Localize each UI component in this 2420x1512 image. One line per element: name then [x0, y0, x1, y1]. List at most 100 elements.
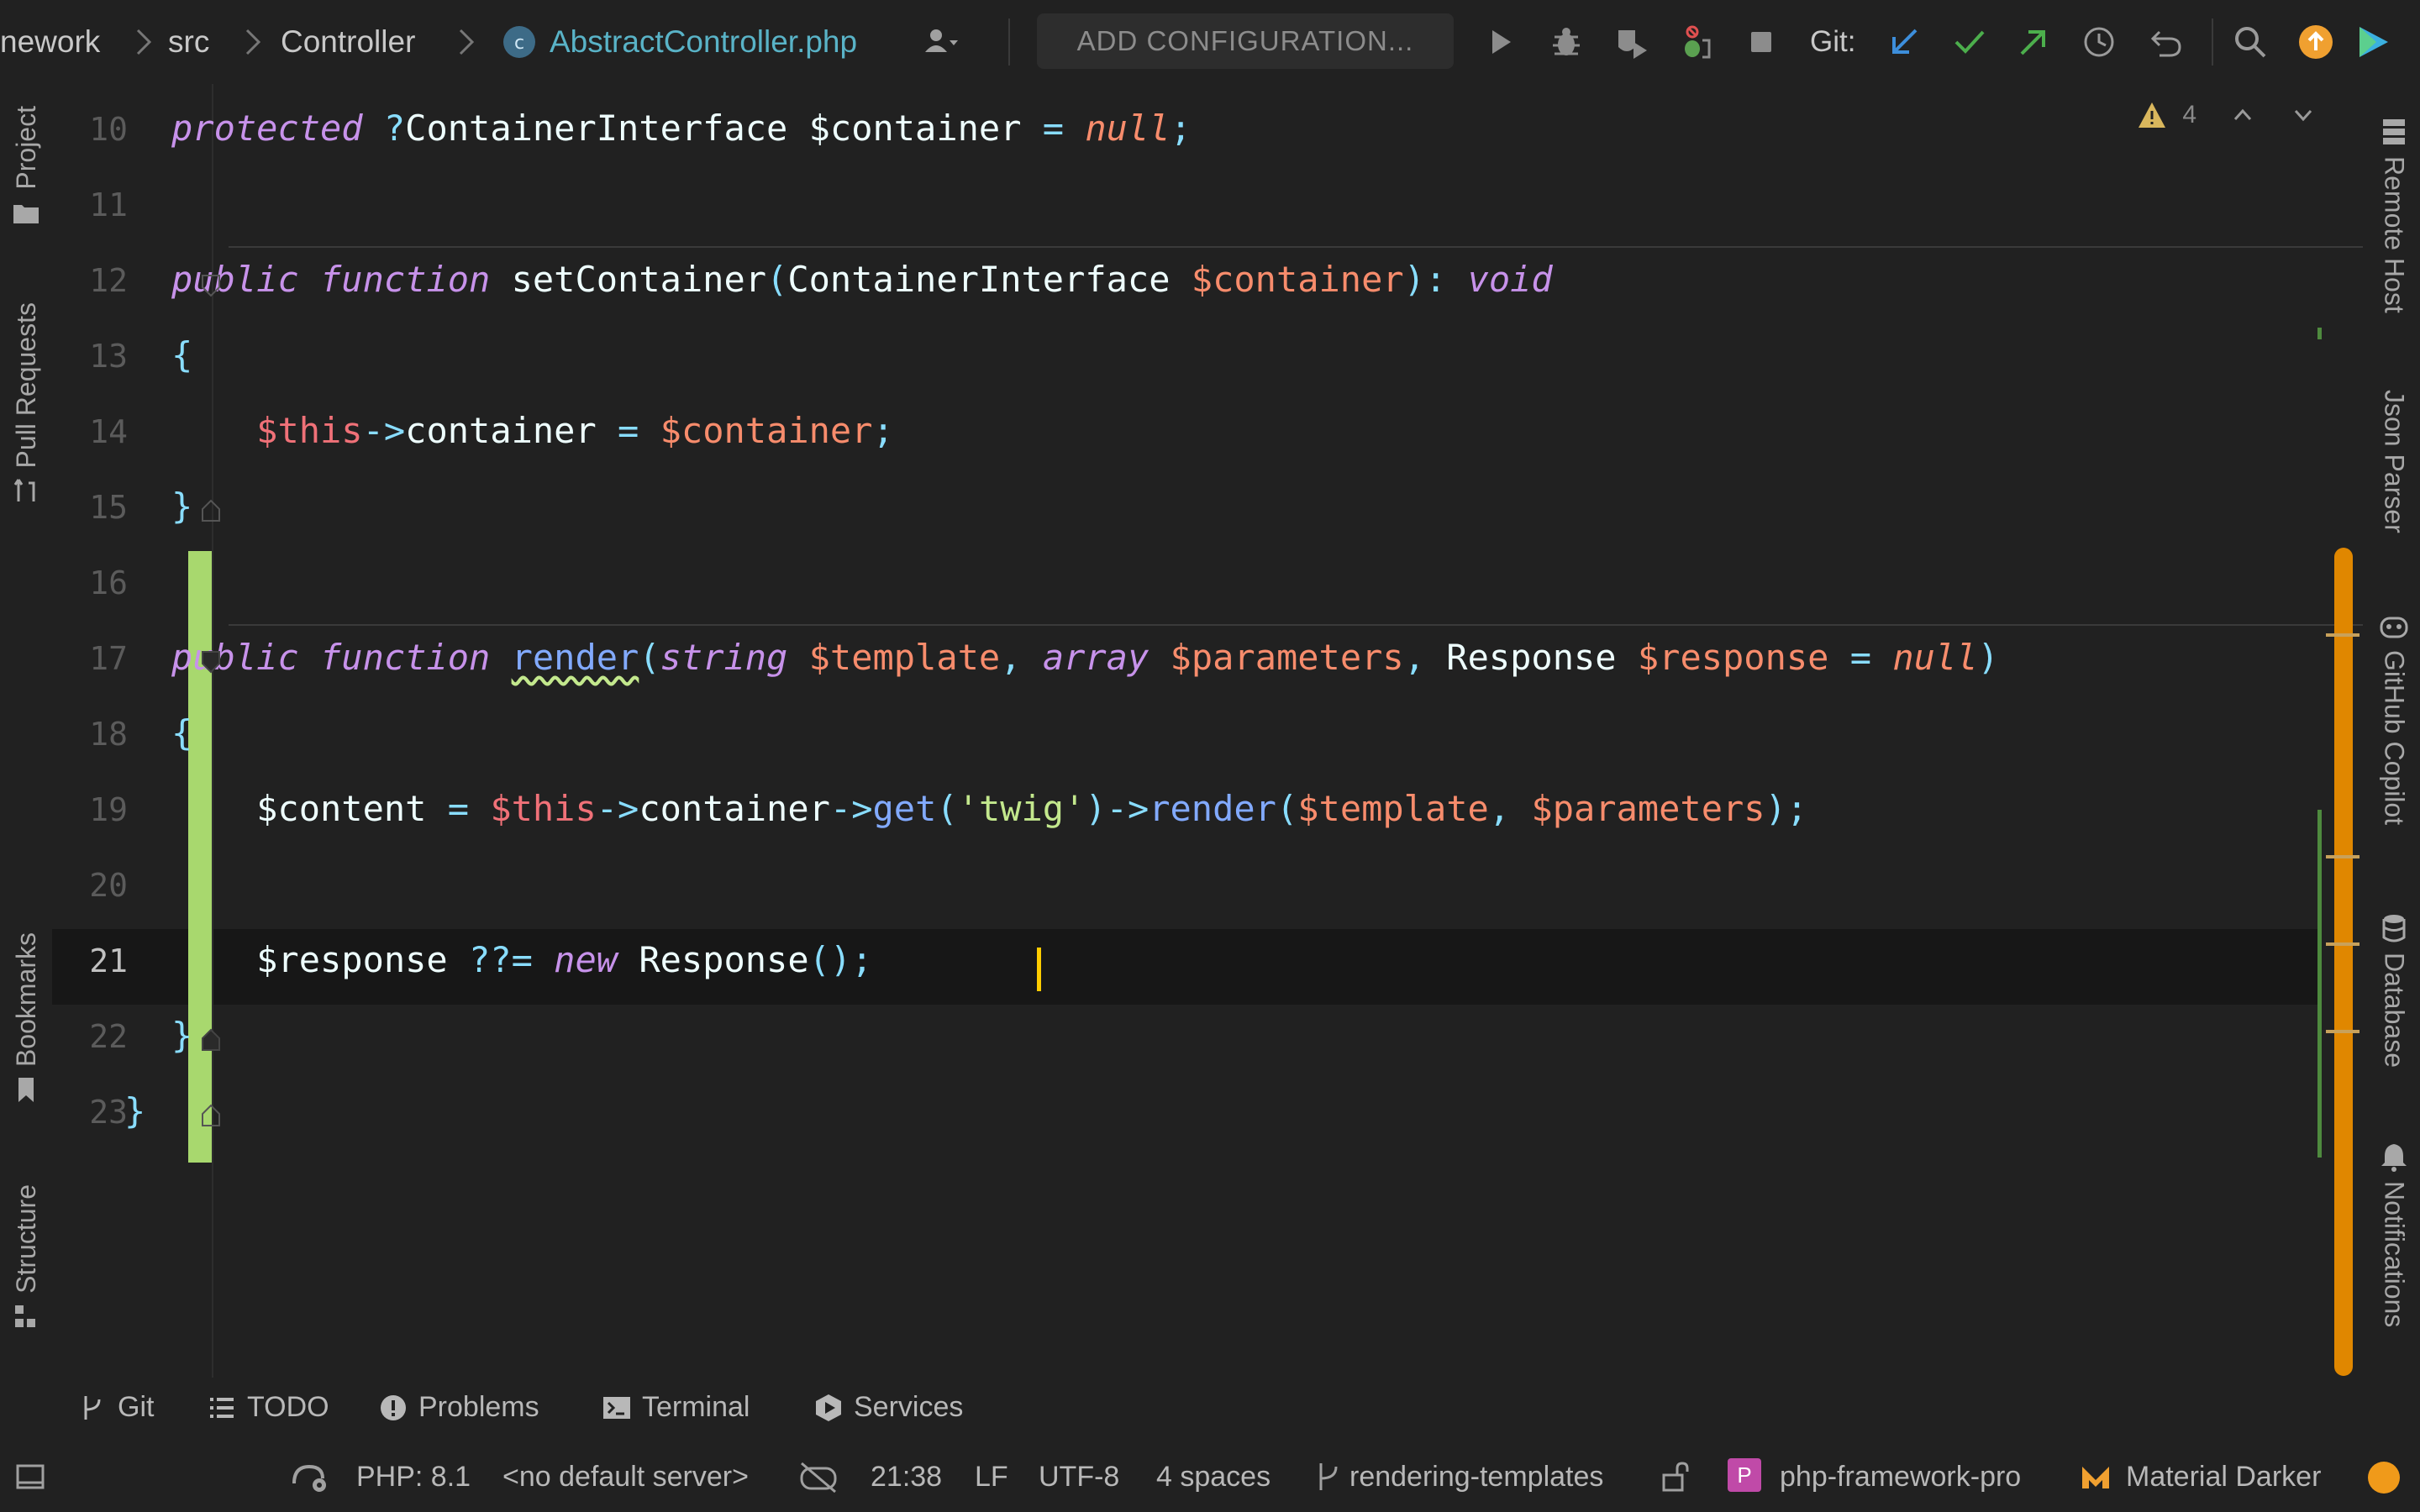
- line-number[interactable]: 15: [52, 489, 128, 526]
- rollback-icon[interactable]: [2143, 18, 2190, 66]
- scroll-marker[interactable]: [2326, 1030, 2360, 1033]
- php-interpreter-icon[interactable]: [289, 1460, 331, 1494]
- line-number[interactable]: 16: [52, 564, 128, 601]
- history-icon[interactable]: [2075, 18, 2123, 66]
- line-number[interactable]: 13: [52, 338, 128, 375]
- breadcrumb-src[interactable]: src: [168, 20, 209, 64]
- breadcrumb-controller[interactable]: Controller: [281, 20, 415, 64]
- project-badge-letter: P: [1737, 1462, 1752, 1488]
- coverage-icon[interactable]: [1608, 18, 1655, 66]
- notification-status-icon[interactable]: [2366, 1460, 2402, 1495]
- code-line[interactable]: public function setContainer(ContainerIn…: [171, 259, 1553, 300]
- fold-close-icon[interactable]: [201, 499, 221, 522]
- code-token: setContainer: [490, 259, 767, 300]
- tool-tab-todo[interactable]: TODO: [207, 1391, 329, 1424]
- code-line[interactable]: protected ?ContainerInterface $container…: [171, 108, 1192, 149]
- toggle-tool-windows-icon[interactable]: [13, 1460, 47, 1494]
- scroll-marker[interactable]: [2326, 855, 2360, 858]
- tool-tab-git[interactable]: Git: [77, 1391, 154, 1424]
- code-token: ->: [362, 410, 406, 451]
- breadcrumb-project[interactable]: nework: [0, 20, 100, 64]
- theme-name[interactable]: Material Darker: [2126, 1457, 2321, 1497]
- profiler-icon[interactable]: [1672, 18, 1719, 66]
- scroll-marker[interactable]: [2326, 633, 2360, 637]
- search-icon[interactable]: [2227, 18, 2274, 66]
- code-editor[interactable]: 10 11 12 13 14 15 16 17 18 19 20 21 22 23 protected ?…: [52, 84, 2368, 1378]
- debug-icon[interactable]: [1543, 18, 1590, 66]
- no-copilot-icon[interactable]: [797, 1460, 840, 1494]
- add-configuration-button[interactable]: ADD CONFIGURATION...: [1037, 13, 1454, 69]
- tool-tab-notifications[interactable]: Notifications: [2368, 1141, 2420, 1327]
- line-number[interactable]: 18: [52, 716, 128, 753]
- code-line[interactable]: }: [171, 1015, 192, 1056]
- change-marker[interactable]: [2317, 810, 2322, 1158]
- ide-logo-icon[interactable]: [2349, 18, 2396, 66]
- code-line[interactable]: {: [171, 334, 192, 375]
- line-number[interactable]: 17: [52, 640, 128, 677]
- scrollbar-thumb[interactable]: [2334, 548, 2353, 1376]
- fold-open-icon[interactable]: [201, 650, 221, 674]
- indent-setting[interactable]: 4 spaces: [1156, 1457, 1270, 1497]
- line-number[interactable]: 23: [52, 1094, 128, 1131]
- deployment-server[interactable]: <no default server>: [502, 1457, 749, 1497]
- fold-close-icon[interactable]: [201, 1028, 221, 1052]
- tool-tab-terminal[interactable]: Terminal: [602, 1391, 750, 1424]
- line-number[interactable]: 14: [52, 413, 128, 450]
- breadcrumb-file[interactable]: AbstractController.php: [550, 20, 857, 64]
- tool-tab-label: Terminal: [642, 1391, 750, 1423]
- line-number[interactable]: 21: [52, 942, 128, 979]
- code-line[interactable]: $this->container = $container;: [171, 410, 894, 451]
- stop-icon[interactable]: [1738, 18, 1785, 66]
- tool-tab-remote-host[interactable]: Remote Host: [2368, 116, 2420, 313]
- main-toolbar: nework src Controller c AbstractControll…: [0, 0, 2420, 84]
- git-push-icon[interactable]: [2010, 18, 2057, 66]
- code-token: container: [405, 410, 597, 451]
- tool-tab-project[interactable]: Project: [0, 106, 52, 227]
- warning-icon: [2139, 102, 2166, 128]
- chevron-down-icon[interactable]: [2289, 101, 2317, 129]
- tool-tab-label: Git: [118, 1391, 155, 1423]
- tool-tab-services[interactable]: Services: [813, 1391, 963, 1424]
- line-number[interactable]: 19: [52, 791, 128, 828]
- code-token: $container: [660, 410, 873, 451]
- git-branch[interactable]: rendering-templates: [1349, 1457, 1603, 1497]
- tool-tab-bookmarks[interactable]: Bookmarks: [0, 932, 52, 1104]
- chevron-up-icon[interactable]: [2228, 101, 2257, 129]
- git-commit-icon[interactable]: [1946, 18, 1993, 66]
- tool-tab-pull-requests[interactable]: Pull Requests: [0, 302, 52, 505]
- fold-close-icon[interactable]: [201, 1104, 221, 1127]
- bookmark-icon: [18, 1078, 34, 1103]
- inspection-widget[interactable]: 4: [2137, 101, 2317, 129]
- git-update-icon[interactable]: [1881, 18, 1928, 66]
- line-number[interactable]: 20: [52, 867, 128, 904]
- caret-position[interactable]: 21:38: [871, 1457, 942, 1497]
- file-encoding[interactable]: UTF-8: [1039, 1457, 1119, 1497]
- code-line[interactable]: {: [171, 712, 192, 753]
- code-line[interactable]: }: [124, 1090, 145, 1131]
- code-line[interactable]: public function render(string $template,…: [171, 637, 1999, 678]
- tool-tab-json-parser[interactable]: Json Parser: [2368, 390, 2420, 533]
- user-dropdown-icon[interactable]: [918, 18, 965, 66]
- toolbar-divider: [2212, 18, 2213, 66]
- unlock-icon[interactable]: [1659, 1460, 1692, 1494]
- tool-tab-structure[interactable]: Structure: [0, 1184, 52, 1331]
- code-line[interactable]: }: [171, 486, 192, 527]
- project-name[interactable]: php-framework-pro: [1780, 1457, 2021, 1497]
- update-available-icon[interactable]: [2292, 18, 2339, 66]
- tool-tab-github-copilot[interactable]: GitHub Copilot: [2368, 610, 2420, 825]
- change-marker[interactable]: [2317, 328, 2322, 339]
- line-number[interactable]: 11: [52, 186, 128, 223]
- scroll-marker[interactable]: [2326, 942, 2360, 946]
- code-line[interactable]: $content = $this->container->get('twig')…: [171, 788, 1807, 829]
- tool-tab-database[interactable]: Database: [2368, 912, 2420, 1068]
- run-icon[interactable]: [1477, 18, 1524, 66]
- line-separator[interactable]: LF: [975, 1457, 1008, 1497]
- tool-tab-problems[interactable]: Problems: [378, 1391, 539, 1424]
- line-number[interactable]: 10: [52, 111, 128, 148]
- fold-open-icon[interactable]: [201, 274, 221, 297]
- code-token: =: [618, 410, 639, 451]
- code-line[interactable]: $response ??= new Response();: [171, 939, 872, 980]
- line-number[interactable]: 22: [52, 1018, 128, 1055]
- line-number[interactable]: 12: [52, 262, 128, 299]
- php-version[interactable]: PHP: 8.1: [356, 1457, 471, 1497]
